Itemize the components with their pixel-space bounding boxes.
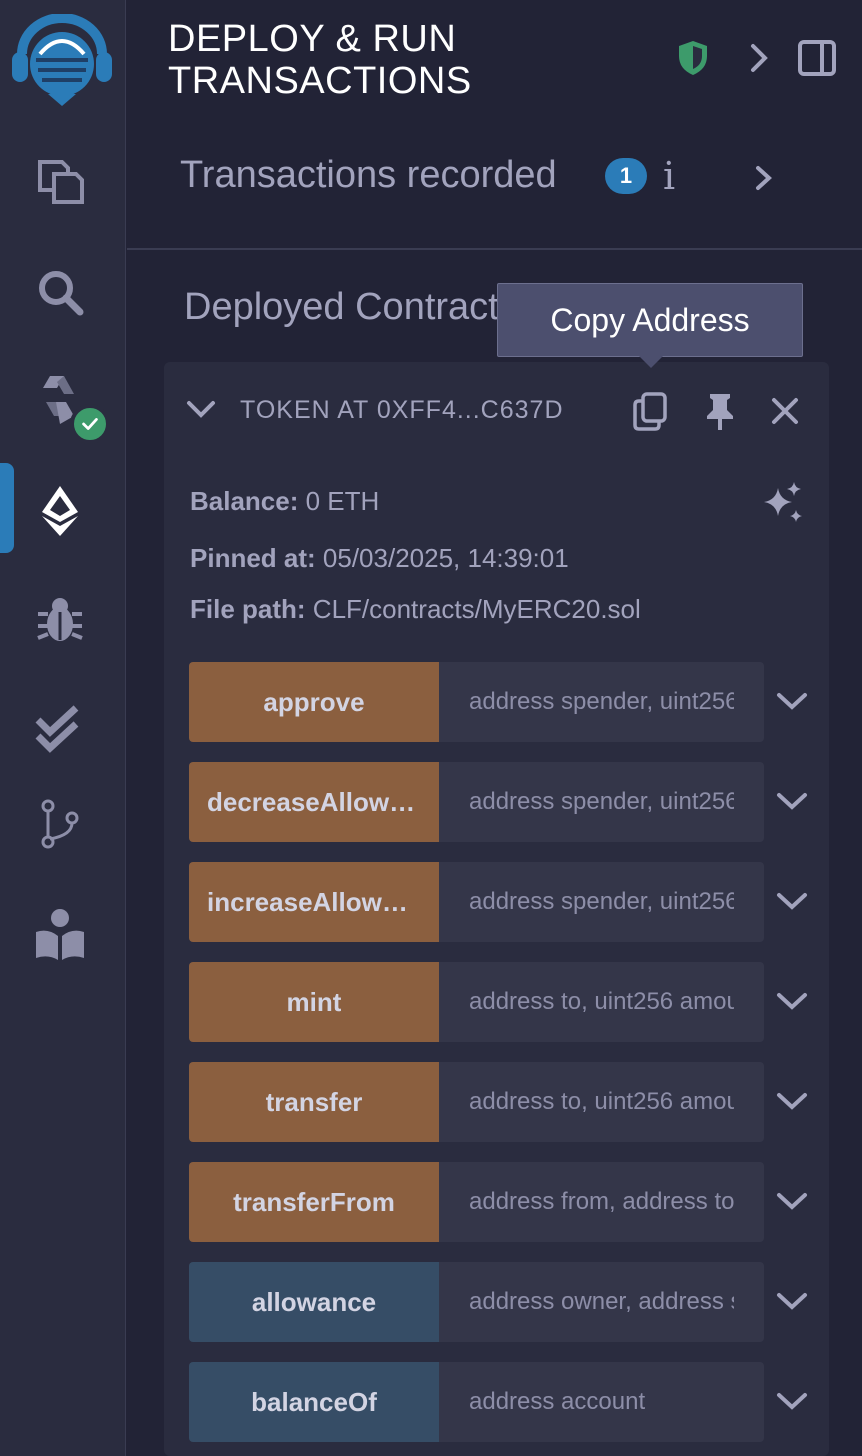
chevron-down-icon[interactable] [775,686,809,716]
chevron-down-icon[interactable] [184,394,218,424]
balance-label: Balance: [190,486,299,516]
contract-title: TOKEN AT 0XFF4...C637D [240,396,564,424]
balance-of-button[interactable]: balanceOf [189,1362,439,1442]
function-row-increase-allowance: increaseAllowance [189,862,829,942]
transfer-from-args-input[interactable] [439,1162,764,1242]
tooltip-arrow [639,356,663,368]
function-row-allowance: allowance [189,1262,829,1342]
pinned-at-label: Pinned at: [190,543,316,573]
balance-value: 0 ETH [305,486,380,516]
shield-icon[interactable] [673,38,713,78]
chevron-down-icon[interactable] [775,1386,809,1416]
increase-allowance-args-input[interactable] [439,862,764,942]
icon-rail [0,0,126,1456]
balance-of-args-input[interactable] [439,1362,764,1442]
function-row-transfer-from: transferFrom [189,1162,829,1242]
pinned-at-line: Pinned at: 05/03/2025, 14:39:01 [190,543,569,574]
decrease-allowance-args-input[interactable] [439,762,764,842]
compiled-check-icon [70,404,110,444]
mint-args-input[interactable] [439,962,764,1042]
balance-line: Balance: 0 ETH [190,486,379,517]
file-explorer-icon[interactable] [30,150,90,210]
remix-logo-icon[interactable] [8,13,116,106]
transfer-from-button[interactable]: transferFrom [189,1162,439,1242]
panel-title: DEPLOY & RUN TRANSACTIONS [168,18,472,102]
pin-icon[interactable] [700,390,740,432]
deployed-contracts-label: Deployed Contracts [184,286,518,328]
approve-args-input[interactable] [439,662,764,742]
chevron-right-icon[interactable] [751,162,777,194]
decrease-allowance-button[interactable]: decreaseAllowance [189,762,439,842]
transactions-recorded-label: Transactions recorded [180,154,557,196]
copy-icon[interactable] [630,390,670,432]
debugger-icon[interactable] [30,590,90,650]
function-row-mint: mint [189,962,829,1042]
chevron-right-icon[interactable] [745,40,775,76]
file-path-value: CLF/contracts/MyERC20.sol [312,594,641,624]
chevron-down-icon[interactable] [775,886,809,916]
function-row-decrease-allowance: decreaseAllowance [189,762,829,842]
allowance-args-input[interactable] [439,1262,764,1342]
contract-card-header: TOKEN AT 0XFF4...C637D [164,362,829,458]
info-icon[interactable]: i [663,154,675,198]
file-path-label: File path: [190,594,306,624]
panel-header: DEPLOY & RUN TRANSACTIONS [127,0,862,120]
contract-instance-card: TOKEN AT 0XFF4...C637D Balance: 0 ETH Pi… [164,362,829,1456]
learn-icon[interactable] [30,904,90,964]
chevron-down-icon[interactable] [775,1186,809,1216]
transactions-recorded-row[interactable]: Transactions recorded 1 i [127,140,862,250]
transfer-args-input[interactable] [439,1062,764,1142]
file-path-line: File path: CLF/contracts/MyERC20.sol [190,594,641,625]
transfer-button[interactable]: transfer [189,1062,439,1142]
pinned-at-value: 05/03/2025, 14:39:01 [322,543,569,573]
panel-toggle-icon[interactable] [795,38,839,78]
chevron-down-icon[interactable] [775,1086,809,1116]
function-row-approve: approve [189,662,829,742]
test-icon[interactable] [30,700,90,760]
function-row-transfer: transfer [189,1062,829,1142]
deploy-run-icon[interactable] [30,480,90,540]
approve-button[interactable]: approve [189,662,439,742]
mint-button[interactable]: mint [189,962,439,1042]
allowance-button[interactable]: allowance [189,1262,439,1342]
search-icon[interactable] [30,262,90,322]
increase-allowance-button[interactable]: increaseAllowance [189,862,439,942]
function-row-balance-of: balanceOf [189,1362,829,1442]
chevron-down-icon[interactable] [775,986,809,1016]
active-indicator [0,463,14,553]
chevron-down-icon[interactable] [775,1286,809,1316]
git-branch-icon[interactable] [30,794,90,854]
chevron-down-icon[interactable] [775,786,809,816]
sparkle-icon[interactable] [760,480,804,524]
close-icon[interactable] [768,394,802,428]
copy-address-tooltip: Copy Address [497,283,803,357]
transactions-count-badge: 1 [605,158,647,194]
deploy-run-panel: DEPLOY & RUN TRANSACTIONS Transactions r… [127,0,862,1456]
